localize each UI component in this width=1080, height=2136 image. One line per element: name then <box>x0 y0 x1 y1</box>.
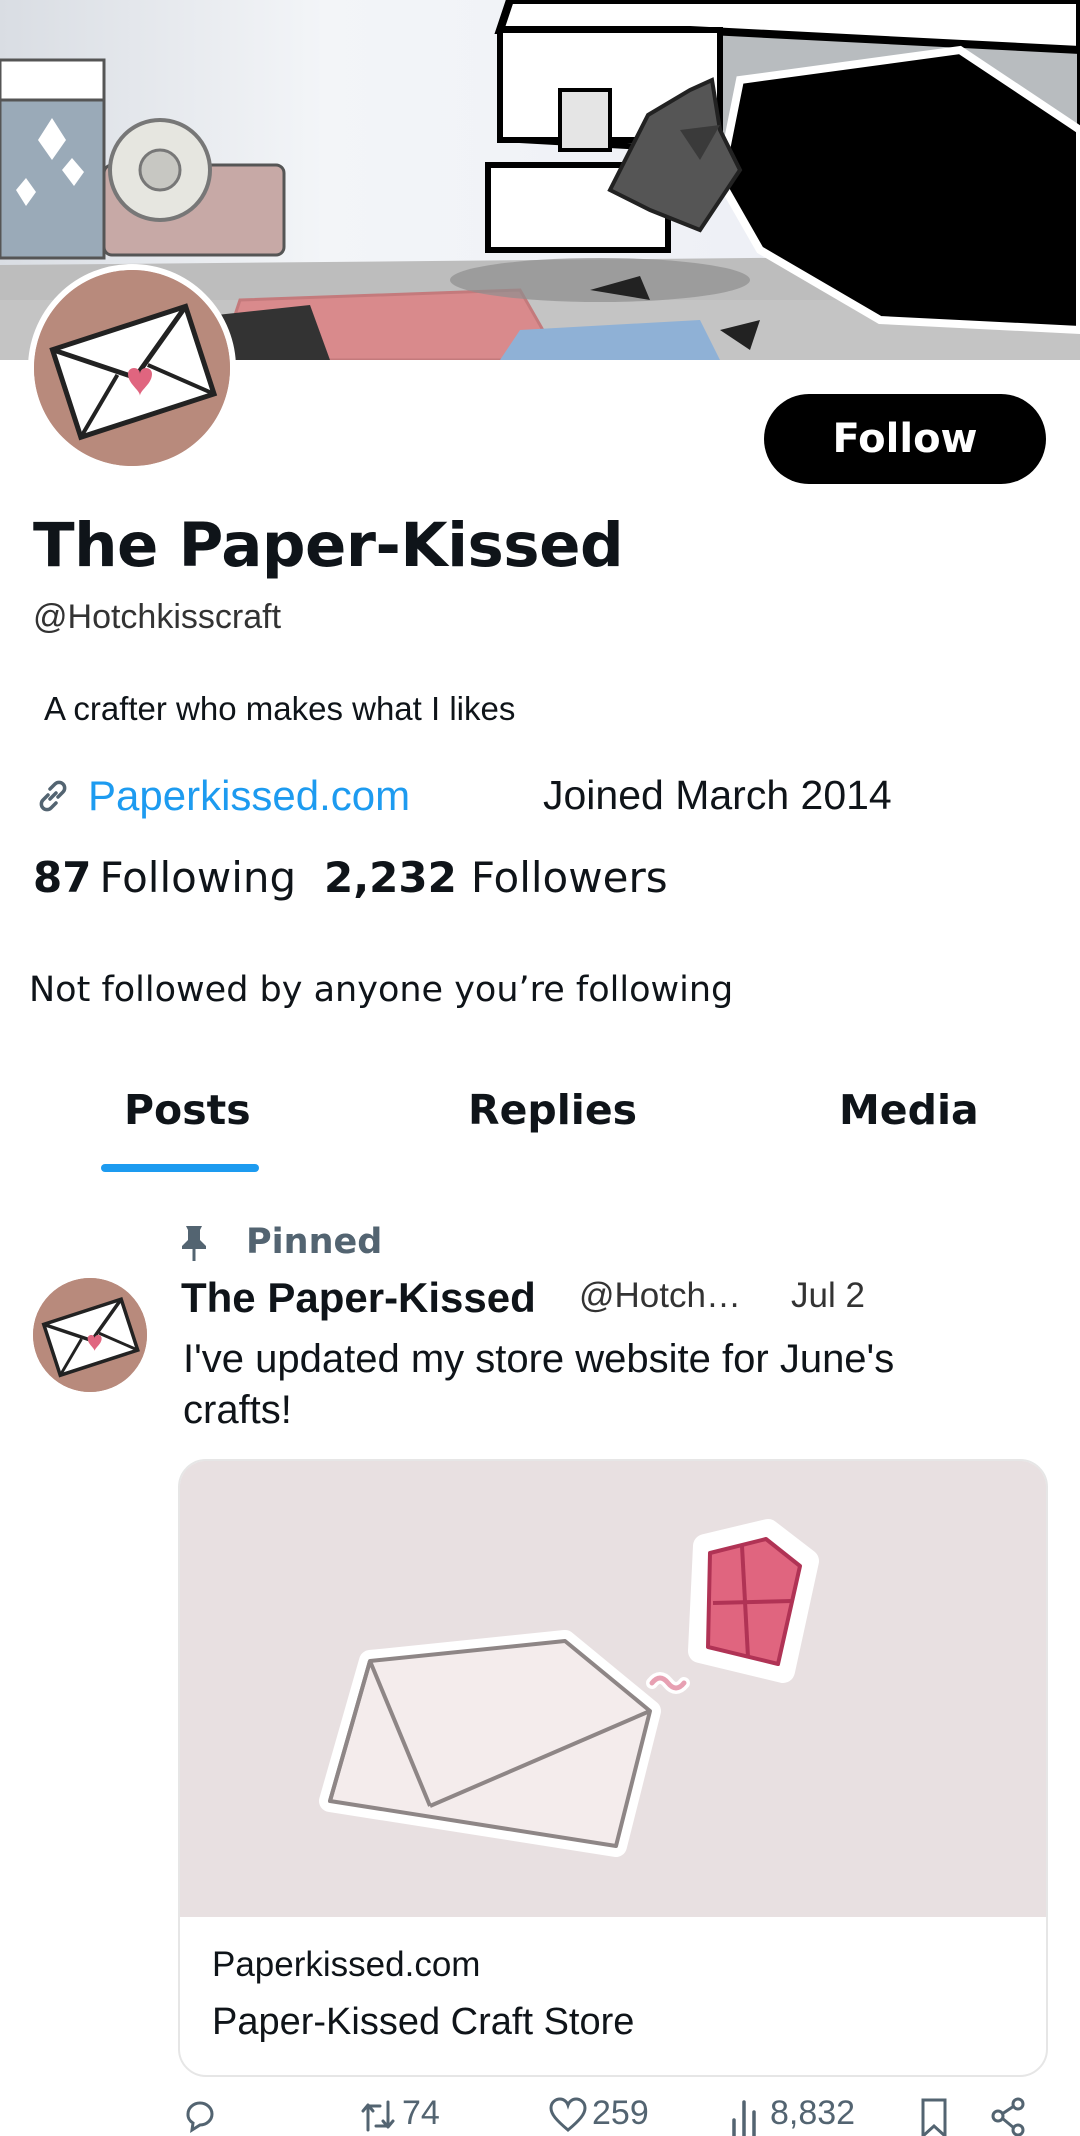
profile-joined-date: Joined March 2014 <box>543 772 892 818</box>
followers-label: Followers <box>470 853 668 902</box>
views-count: 8,832 <box>770 2094 856 2132</box>
followers-count-link[interactable]: 2,232 Followers <box>324 853 668 902</box>
reply-icon <box>186 2101 214 2133</box>
active-tab-indicator <box>101 1164 259 1172</box>
reply-button[interactable] <box>180 2096 224 2136</box>
like-count: 259 <box>592 2094 649 2132</box>
profile-handle: @Hotchkisscraft <box>33 598 282 636</box>
bookmark-button[interactable] <box>914 2096 954 2136</box>
post-action-bar: 74 259 8,832 <box>178 2096 1048 2136</box>
share-icon <box>991 2097 1025 2136</box>
heart-icon <box>549 2097 587 2132</box>
pin-icon <box>182 1226 206 1261</box>
following-count: 87 <box>33 853 92 902</box>
envelope-heart-icon <box>34 270 230 466</box>
link-preview-title: Paper-Kissed Craft Store <box>212 2001 635 2043</box>
views-icon <box>732 2100 756 2136</box>
following-count-link[interactable]: 87 Following <box>33 853 296 902</box>
repost-button[interactable]: 74 <box>358 2096 440 2136</box>
link-preview-image <box>180 1461 1046 1917</box>
tab-replies[interactable]: Replies <box>468 1086 637 1134</box>
post-header: The Paper-Kissed @Hotch… Jul 2 <box>181 1272 1051 1324</box>
profile-website-link[interactable]: Paperkissed.com <box>88 772 410 820</box>
link-preview-domain: Paperkissed.com <box>212 1945 481 1984</box>
post-author-avatar[interactable] <box>33 1278 147 1392</box>
post-author-name[interactable]: The Paper-Kissed <box>181 1274 536 1322</box>
followers-you-know-note: Not followed by anyone you’re following <box>29 970 734 1010</box>
tab-media[interactable]: Media <box>839 1086 979 1134</box>
post-text: I've updated my store website for June's… <box>183 1337 895 1432</box>
link-preview-card[interactable]: Paperkissed.com Paper-Kissed Craft Store <box>178 1459 1048 2077</box>
envelope-heart-illustration <box>180 1461 1046 1917</box>
share-button[interactable] <box>988 2096 1028 2136</box>
pinned-label: Pinned <box>246 1222 383 1262</box>
profile-meta: Paperkissed.com Joined March 2014 <box>33 766 1043 826</box>
tab-posts[interactable]: Posts <box>124 1086 251 1134</box>
repost-count: 74 <box>402 2094 440 2132</box>
profile-tabs: Posts Replies Media <box>0 1070 1080 1180</box>
profile-bio: A crafter who makes what I likes <box>44 690 516 727</box>
profile-display-name: The Paper-Kissed <box>33 510 624 581</box>
link-icon <box>39 780 67 812</box>
post-author-handle[interactable]: @Hotch… <box>579 1276 741 1316</box>
envelope-heart-icon <box>33 1278 147 1392</box>
profile-avatar[interactable] <box>28 264 236 472</box>
following-label: Following <box>99 853 297 902</box>
pinned-indicator: Pinned <box>176 1220 576 1268</box>
views-button[interactable]: 8,832 <box>726 2096 855 2136</box>
followers-count: 2,232 <box>324 853 457 902</box>
post-date[interactable]: Jul 2 <box>791 1276 865 1316</box>
like-button[interactable]: 259 <box>548 2096 649 2136</box>
follow-button[interactable]: Follow <box>764 394 1046 484</box>
repost-icon <box>361 2100 395 2132</box>
bookmark-icon <box>921 2098 947 2136</box>
